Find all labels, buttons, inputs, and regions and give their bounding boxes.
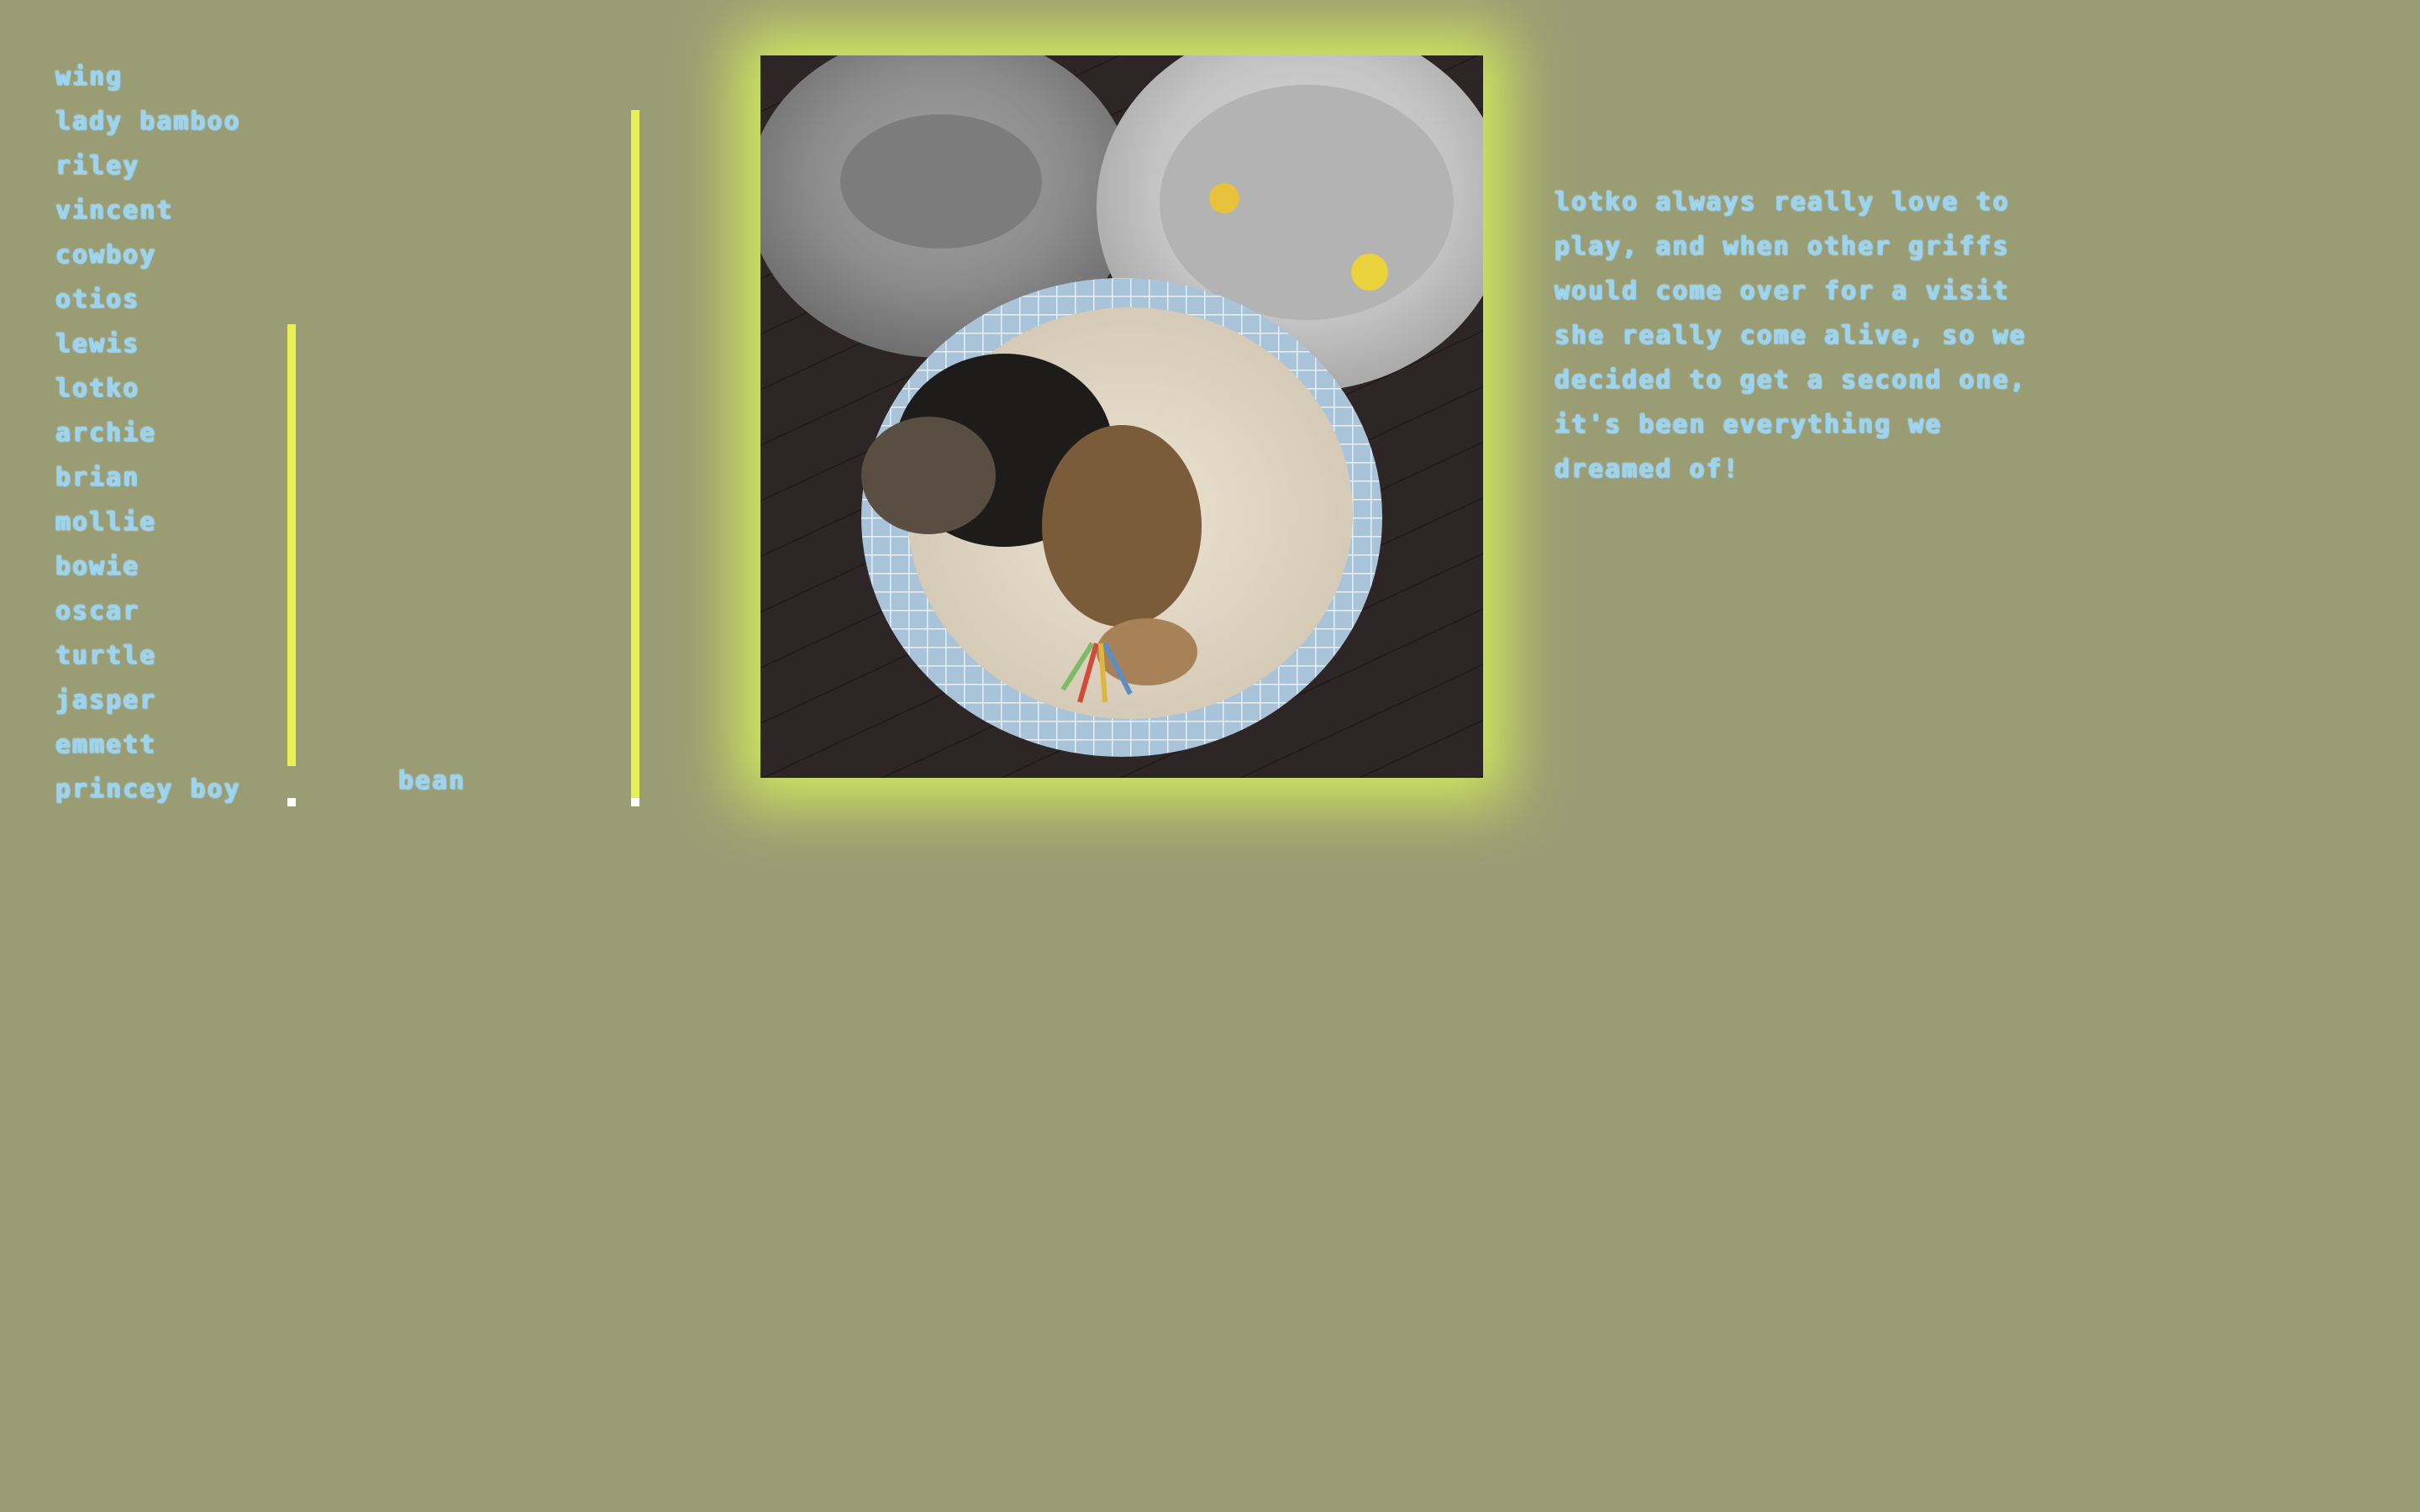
story-text: lotko always really love to play, and wh… <box>1555 187 2027 484</box>
nav-item-lewis[interactable]: lewis <box>55 328 241 372</box>
nav-item-turtle[interactable]: turtle <box>55 639 241 684</box>
nav-item-princey-boy[interactable]: princey boy <box>55 773 241 817</box>
nav-item-jasper[interactable]: jasper <box>55 684 241 728</box>
nav-item-archie[interactable]: archie <box>55 417 241 461</box>
nav-item-cowboy[interactable]: cowboy <box>55 239 241 283</box>
nav-item-lady-bamboo[interactable]: lady bamboo <box>55 105 241 150</box>
left-scrollbar-handle[interactable] <box>287 798 296 806</box>
nav-item-mollie[interactable]: mollie <box>55 506 241 550</box>
right-scrollbar-handle[interactable] <box>631 798 639 806</box>
right-scrollbar-track[interactable] <box>631 110 639 801</box>
left-scrollbar-track[interactable] <box>287 324 296 766</box>
nav-item-otios[interactable]: otios <box>55 283 241 328</box>
nav-item-vincent[interactable]: vincent <box>55 194 241 239</box>
nav-item-emmett[interactable]: emmett <box>55 728 241 773</box>
dog-photo <box>760 55 1483 778</box>
nav-item-oscar[interactable]: oscar <box>55 595 241 639</box>
nav-item-wing[interactable]: wing <box>55 60 241 105</box>
dog-photo-illustration <box>760 55 1483 778</box>
dog-name-list: wing lady bamboo riley vincent cowboy ot… <box>55 60 241 817</box>
side-name-bean[interactable]: bean <box>398 764 466 798</box>
nav-item-riley[interactable]: riley <box>55 150 241 194</box>
nav-item-brian[interactable]: brian <box>55 461 241 506</box>
nav-item-lotko[interactable]: lotko <box>55 372 241 417</box>
nav-item-bowie[interactable]: bowie <box>55 550 241 595</box>
